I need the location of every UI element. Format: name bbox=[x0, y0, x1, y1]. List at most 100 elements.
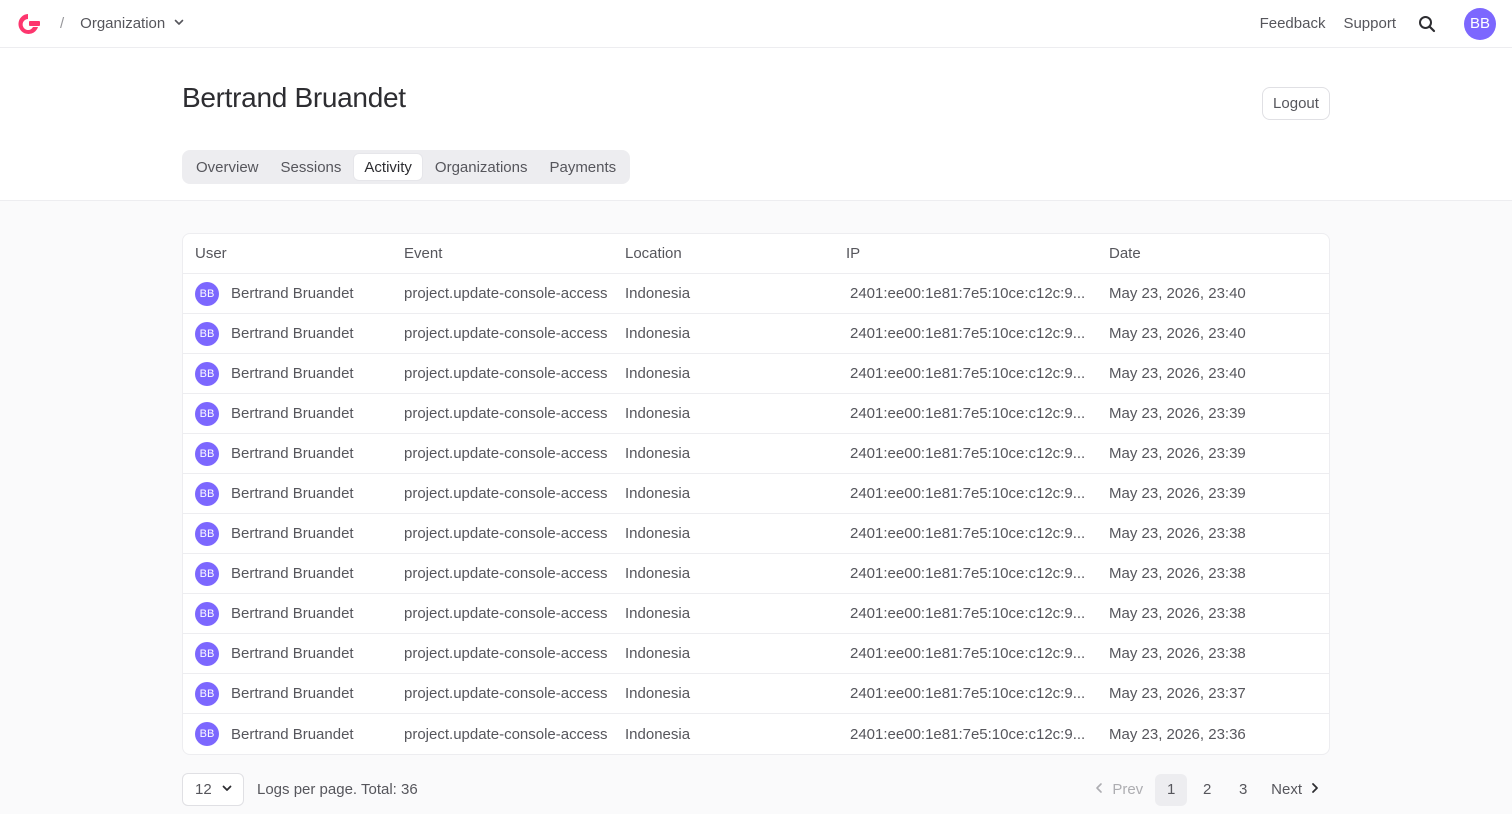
tab-payments[interactable]: Payments bbox=[539, 153, 626, 181]
cell-location: Indonesia bbox=[625, 685, 691, 702]
appwrite-logo-icon[interactable] bbox=[16, 11, 42, 37]
chevron-left-icon bbox=[1094, 781, 1104, 798]
table-row: BB Bertrand Bruandet project.update-consol… bbox=[183, 514, 1329, 554]
column-header-ip: IP bbox=[846, 245, 861, 262]
support-link[interactable]: Support bbox=[1343, 15, 1396, 32]
table-body: BB Bertrand Bruandet project.update-consol… bbox=[183, 274, 1329, 754]
per-page-select[interactable]: 12 bbox=[182, 773, 244, 806]
cell-ip: 2401:ee00:1e81:7e5:10ce:c12c:9... bbox=[850, 405, 1086, 422]
cell-user: BB Bertrand Bruandet bbox=[183, 561, 404, 586]
pagination: Prev 1 2 3 Next bbox=[1084, 773, 1330, 806]
avatar: BB bbox=[195, 361, 219, 386]
prev-label: Prev bbox=[1112, 781, 1144, 798]
cell-ip: 2401:ee00:1e81:7e5:10ce:c12c:9... bbox=[850, 685, 1086, 702]
cell-event: project.update-console-access bbox=[404, 325, 608, 342]
feedback-link[interactable]: Feedback bbox=[1260, 15, 1326, 32]
cell-event: project.update-console-access bbox=[404, 565, 608, 582]
organization-label: Organization bbox=[80, 15, 166, 32]
column-header-event: Event bbox=[404, 245, 443, 262]
table-row: BB Bertrand Bruandet project.update-consol… bbox=[183, 674, 1329, 714]
avatar: BB bbox=[195, 641, 219, 666]
cell-event: project.update-console-access bbox=[404, 685, 608, 702]
tab-activity[interactable]: Activity bbox=[353, 153, 423, 181]
tab-sessions[interactable]: Sessions bbox=[271, 153, 352, 181]
user-name: Bertrand Bruandet bbox=[231, 525, 354, 542]
organization-switcher[interactable]: Organization bbox=[80, 15, 185, 32]
chevron-right-icon bbox=[1310, 781, 1320, 798]
cell-ip: 2401:ee00:1e81:7e5:10ce:c12c:9... bbox=[850, 445, 1086, 462]
cell-location: Indonesia bbox=[625, 285, 691, 302]
cell-date: May 23, 2026, 23:38 bbox=[1109, 605, 1246, 622]
breadcrumb-separator: / bbox=[60, 15, 65, 32]
page-3-button[interactable]: 3 bbox=[1227, 774, 1259, 806]
cell-user: BB Bertrand Bruandet bbox=[183, 441, 404, 466]
cell-user: BB Bertrand Bruandet bbox=[183, 641, 404, 666]
cell-ip: 2401:ee00:1e81:7e5:10ce:c12c:9... bbox=[850, 565, 1086, 582]
table-row: BB Bertrand Bruandet project.update-consol… bbox=[183, 474, 1329, 514]
prev-page-button[interactable]: Prev bbox=[1084, 781, 1153, 798]
avatar: BB bbox=[195, 401, 219, 426]
cell-ip: 2401:ee00:1e81:7e5:10ce:c12c:9... bbox=[850, 285, 1086, 302]
cell-date: May 23, 2026, 23:37 bbox=[1109, 685, 1246, 702]
user-name: Bertrand Bruandet bbox=[231, 685, 354, 702]
table-row: BB Bertrand Bruandet project.update-consol… bbox=[183, 434, 1329, 474]
cell-event: project.update-console-access bbox=[404, 645, 608, 662]
cell-date: May 23, 2026, 23:39 bbox=[1109, 405, 1246, 422]
cell-ip: 2401:ee00:1e81:7e5:10ce:c12c:9... bbox=[850, 325, 1086, 342]
table-row: BB Bertrand Bruandet project.update-consol… bbox=[183, 714, 1329, 754]
cell-date: May 23, 2026, 23:38 bbox=[1109, 645, 1246, 662]
cell-event: project.update-console-access bbox=[404, 725, 608, 743]
cell-event: project.update-console-access bbox=[404, 485, 608, 502]
page-1-button[interactable]: 1 bbox=[1155, 773, 1188, 806]
page-2-button[interactable]: 2 bbox=[1191, 774, 1223, 806]
cell-user: BB Bertrand Bruandet bbox=[183, 722, 404, 746]
search-icon[interactable] bbox=[1416, 13, 1438, 35]
cell-user: BB Bertrand Bruandet bbox=[183, 401, 404, 426]
cell-date: May 23, 2026, 23:39 bbox=[1109, 485, 1246, 502]
user-name: Bertrand Bruandet bbox=[231, 325, 354, 342]
avatar: BB bbox=[195, 601, 219, 626]
tab-organizations[interactable]: Organizations bbox=[425, 153, 538, 181]
avatar: BB bbox=[195, 521, 219, 546]
cell-user: BB Bertrand Bruandet bbox=[183, 601, 404, 626]
cell-date: May 23, 2026, 23:40 bbox=[1109, 365, 1246, 382]
table-row: BB Bertrand Bruandet project.update-consol… bbox=[183, 554, 1329, 594]
cell-ip: 2401:ee00:1e81:7e5:10ce:c12c:9... bbox=[850, 605, 1086, 622]
cell-date: May 23, 2026, 23:36 bbox=[1109, 725, 1246, 743]
table-row: BB Bertrand Bruandet project.update-consol… bbox=[183, 274, 1329, 314]
cell-ip: 2401:ee00:1e81:7e5:10ce:c12c:9... bbox=[850, 725, 1086, 743]
cell-location: Indonesia bbox=[625, 525, 691, 542]
cell-location: Indonesia bbox=[625, 605, 691, 622]
cell-event: project.update-console-access bbox=[404, 405, 608, 422]
avatar: BB bbox=[195, 722, 219, 746]
avatar: BB bbox=[195, 441, 219, 466]
cell-location: Indonesia bbox=[625, 325, 691, 342]
top-actions: Feedback Support BB bbox=[1260, 7, 1496, 40]
cell-user: BB Bertrand Bruandet bbox=[183, 281, 404, 306]
chevron-down-icon bbox=[221, 781, 233, 798]
avatar: BB bbox=[195, 481, 219, 506]
next-page-button[interactable]: Next bbox=[1261, 781, 1330, 798]
user-name: Bertrand Bruandet bbox=[231, 285, 354, 302]
tab-overview[interactable]: Overview bbox=[186, 153, 269, 181]
cell-date: May 23, 2026, 23:40 bbox=[1109, 325, 1246, 342]
cell-user: BB Bertrand Bruandet bbox=[183, 521, 404, 546]
column-header-location: Location bbox=[625, 245, 682, 262]
cell-location: Indonesia bbox=[625, 565, 691, 582]
user-name: Bertrand Bruandet bbox=[231, 365, 354, 382]
user-name: Bertrand Bruandet bbox=[231, 565, 354, 582]
page-title: Bertrand Bruandet bbox=[182, 82, 406, 113]
chevron-down-icon bbox=[173, 15, 185, 32]
cell-location: Indonesia bbox=[625, 405, 691, 422]
cell-date: May 23, 2026, 23:39 bbox=[1109, 445, 1246, 462]
cell-event: project.update-console-access bbox=[404, 605, 608, 622]
cell-location: Indonesia bbox=[625, 645, 691, 662]
cell-event: project.update-console-access bbox=[404, 445, 608, 462]
logout-button[interactable]: Logout bbox=[1262, 87, 1330, 120]
cell-user: BB Bertrand Bruandet bbox=[183, 681, 404, 706]
table-footer: 12 Logs per page. Total: 36 Prev 1 2 3 N… bbox=[182, 773, 1330, 806]
cell-location: Indonesia bbox=[625, 445, 691, 462]
user-name: Bertrand Bruandet bbox=[231, 725, 354, 743]
cell-date: May 23, 2026, 23:40 bbox=[1109, 285, 1246, 302]
user-avatar[interactable]: BB bbox=[1464, 7, 1496, 40]
